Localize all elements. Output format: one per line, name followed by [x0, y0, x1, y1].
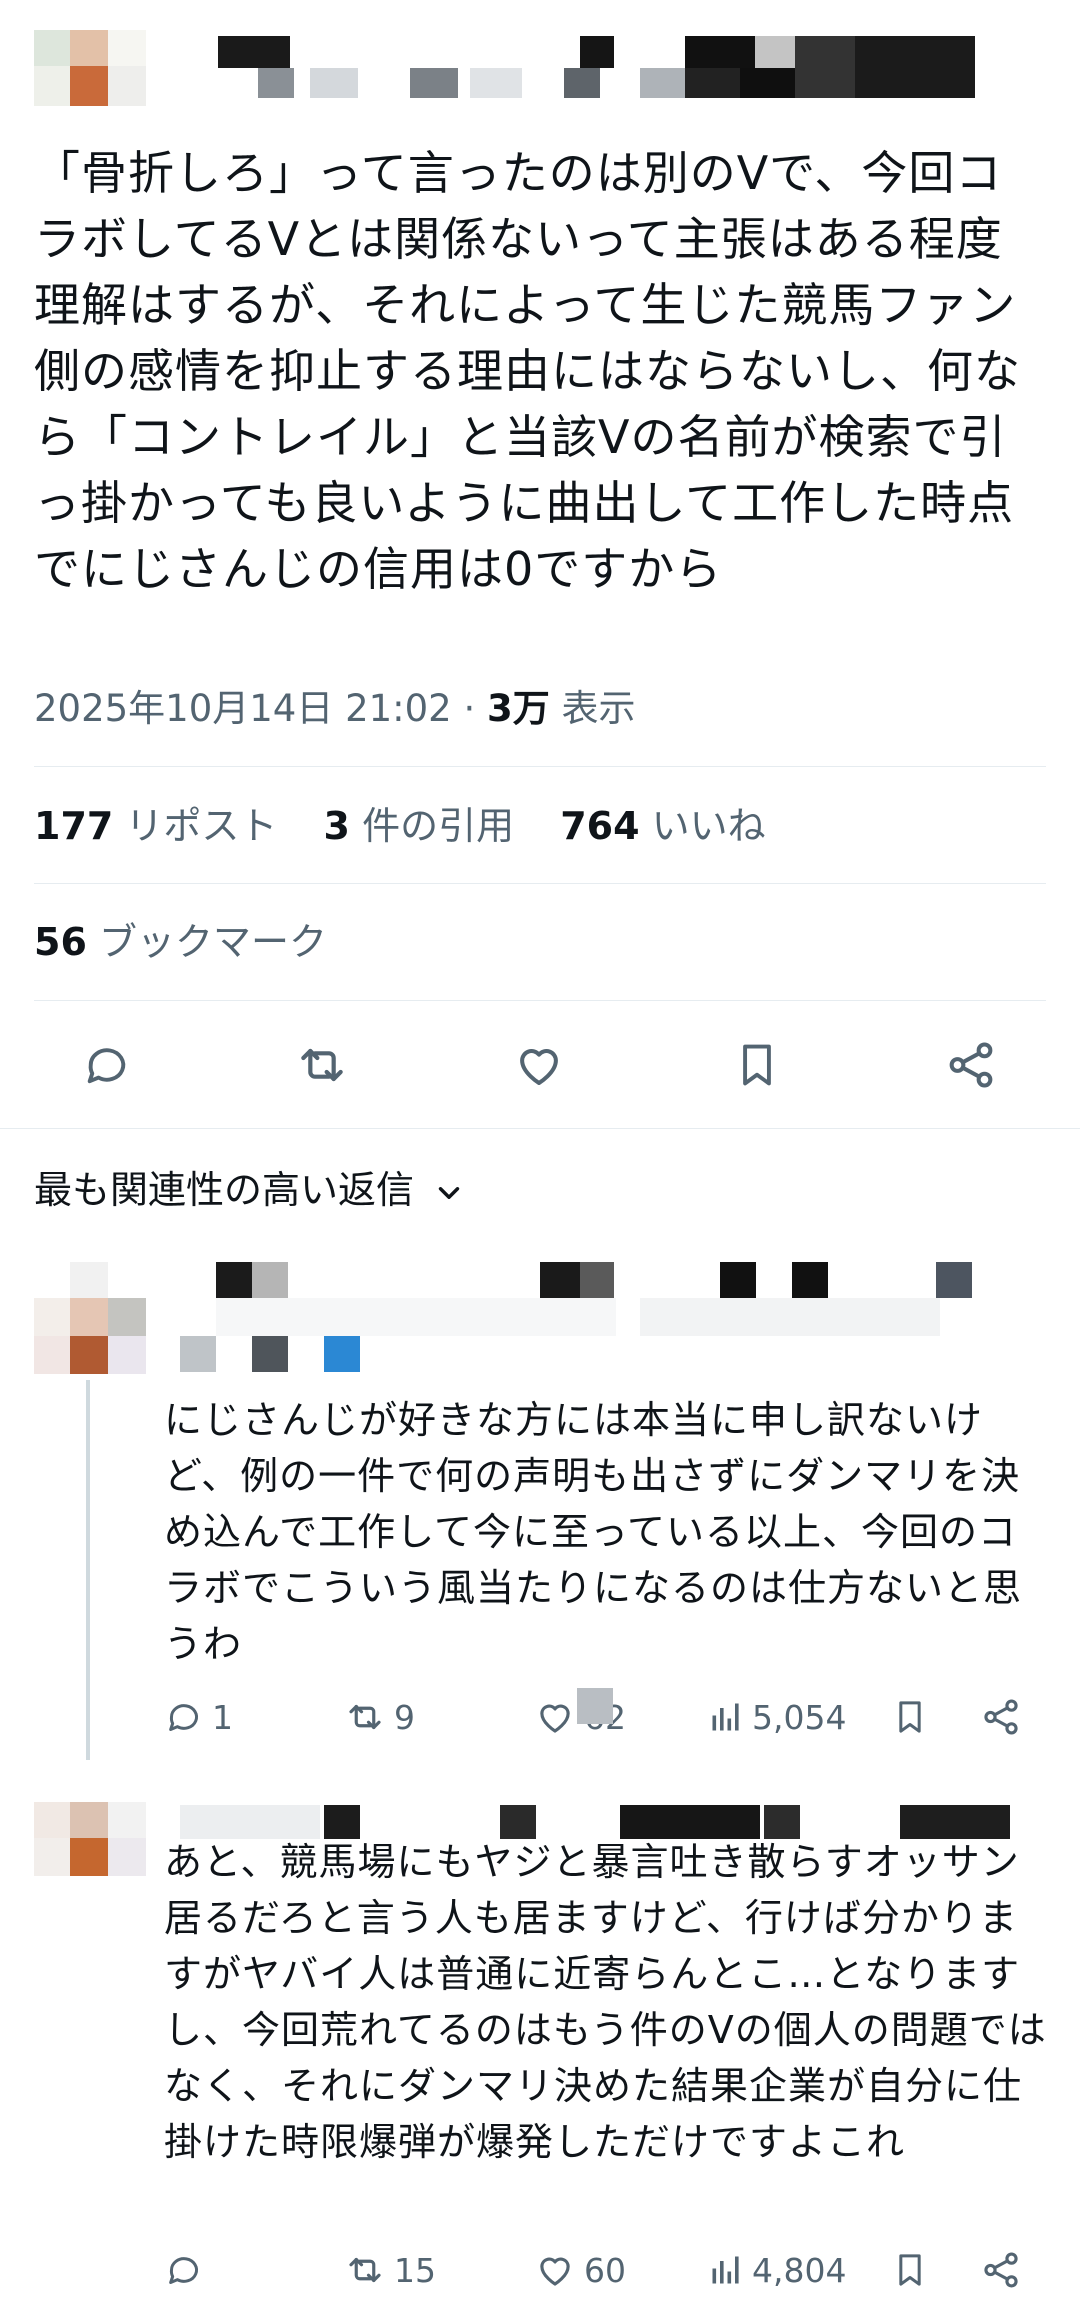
divider — [34, 766, 1046, 767]
views-count[interactable]: 3万 — [487, 687, 550, 730]
bookmark-icon — [899, 1701, 921, 1733]
divider — [34, 883, 1046, 884]
views-count: 4,804 — [752, 2250, 847, 2290]
avatar[interactable] — [34, 30, 146, 110]
like-icon — [540, 2257, 570, 2286]
like-count: 60 — [584, 2250, 626, 2290]
reply-icon — [169, 1704, 198, 1731]
quotes-stat[interactable]: 3 件の引用 — [324, 804, 515, 848]
views-count: 5,054 — [752, 1697, 847, 1737]
tweet-text: 「骨折しろ」って言ったのは別のVで、今回コラボしてるVとは関係ないって主張はある… — [34, 146, 1021, 596]
engagement-stats: 177 リポスト 3 件の引用 764 いいね — [34, 800, 800, 852]
replies-sort-toggle[interactable]: 最も関連性の高い返信 — [34, 1162, 466, 1218]
reply-button[interactable] — [164, 2245, 212, 2295]
views-button[interactable]: 5,054 — [708, 1692, 846, 1742]
retweet-count: 15 — [394, 2250, 436, 2290]
reply-action-bar: 1 9 62 5,054 — [164, 1688, 1044, 1742]
reply-action-bar: 15 60 4,804 — [164, 2245, 1044, 2295]
retweet-count: 9 — [394, 1697, 415, 1737]
views-button[interactable]: 4,804 — [708, 2245, 846, 2295]
share-icon — [984, 2252, 1018, 2288]
share-button[interactable] — [980, 2245, 1022, 2295]
likes-stat[interactable]: 764 いいね — [560, 804, 765, 848]
reply-author-redacted[interactable] — [180, 1262, 1040, 1372]
retweet-button[interactable]: 15 — [344, 2245, 436, 2295]
bookmark-icon — [899, 2254, 921, 2286]
like-icon — [540, 1704, 570, 1733]
retweet-icon[interactable] — [287, 1030, 357, 1100]
timestamp[interactable]: 2025年10月14日 21:02 — [34, 687, 452, 730]
reply-text: にじさんじが好きな方には本当に申し訳ないけど、例の一件で何の声明も出さずにダンマ… — [164, 1398, 1023, 1666]
share-button[interactable] — [980, 1692, 1022, 1742]
avatar[interactable] — [34, 1262, 146, 1374]
bookmark-button[interactable] — [890, 2245, 930, 2295]
tweet-action-bar — [34, 1030, 1046, 1100]
reposts-stat[interactable]: 177 リポスト — [34, 804, 277, 848]
redacted-block — [577, 1688, 613, 1724]
share-icon — [984, 1699, 1018, 1735]
sort-label: 最も関連性の高い返信 — [34, 1168, 415, 1212]
reply-count: 1 — [212, 1697, 233, 1737]
meta-separator: · — [463, 687, 476, 730]
like-icon[interactable] — [504, 1030, 574, 1100]
retweet-icon — [349, 1704, 381, 1730]
chevron-down-icon — [438, 1186, 460, 1199]
divider — [34, 1000, 1046, 1001]
bookmark-button[interactable] — [890, 1692, 930, 1742]
avatar[interactable] — [34, 1802, 146, 1892]
retweet-button[interactable]: 9 — [344, 1692, 415, 1742]
reply-text: あと、競馬場にもヤジと暴言吐き散らすオッサン居るだろと言う人も居ますけど、行けば… — [164, 1840, 1047, 2164]
reply-icon[interactable] — [72, 1030, 142, 1100]
share-icon[interactable] — [936, 1030, 1006, 1100]
bookmarks-stat[interactable]: 56 ブックマーク — [34, 916, 327, 968]
reply-icon — [169, 2257, 198, 2284]
tweet-meta: 2025年10月14日 21:02 · 3万 表示 — [34, 683, 636, 735]
bookmark-icon[interactable] — [722, 1030, 792, 1100]
retweet-icon — [349, 2257, 381, 2283]
views-label[interactable]: 表示 — [562, 687, 636, 730]
views-icon — [712, 2256, 739, 2284]
author-name-redacted[interactable] — [170, 30, 1000, 110]
like-button[interactable]: 60 — [534, 2245, 626, 2295]
divider — [0, 1128, 1080, 1129]
views-icon — [712, 1703, 739, 1731]
thread-line — [86, 1380, 90, 1760]
reply-button[interactable]: 1 — [164, 1692, 233, 1742]
